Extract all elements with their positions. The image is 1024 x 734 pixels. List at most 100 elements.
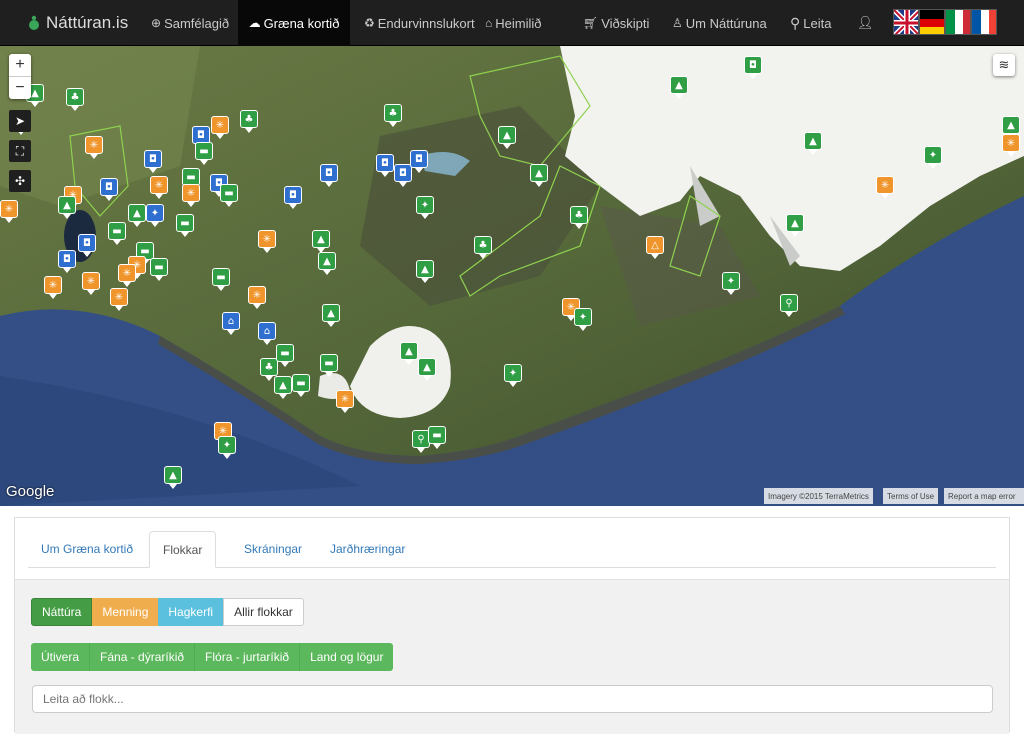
map-marker-natura[interactable]: ✦	[924, 146, 942, 169]
map-marker-hagkerfi[interactable]: ◘	[58, 250, 76, 273]
green-map[interactable]: ♣ ▲ ▲ ✳ ♣ ✳ ◘ ▬ ◘ ▬ ✳ ◘ ▬ ✳ ◘ ✳ ▲ ▲ ✦ ▬ …	[0, 46, 1024, 506]
tab-flokkar[interactable]: Flokkar	[149, 531, 217, 568]
france-flag-icon[interactable]	[971, 9, 997, 35]
map-marker-natura[interactable]: ▬	[292, 374, 310, 397]
map-marker-hagkerfi[interactable]: ✦	[146, 204, 164, 227]
germany-flag-icon[interactable]	[919, 9, 945, 35]
marker-tip	[785, 312, 793, 317]
map-marker-natura[interactable]: ♣	[66, 88, 84, 111]
map-marker-natura[interactable]: ♣	[384, 104, 402, 127]
sub-land-og-logur-button[interactable]: Land og lögur	[300, 643, 394, 671]
map-marker-natura[interactable]: ▲	[786, 214, 804, 237]
map-marker-natura[interactable]: ✦	[504, 364, 522, 387]
map-marker-menning[interactable]: ✳	[211, 116, 229, 139]
map-marker-natura[interactable]: ✦	[574, 308, 592, 331]
category-search-input[interactable]	[32, 685, 993, 713]
map-marker-hagkerfi[interactable]: ⌂	[258, 322, 276, 345]
map-marker-hagkerfi[interactable]: ◘	[100, 178, 118, 201]
sub-flora-button[interactable]: Flóra - jurtaríkið	[195, 643, 301, 671]
map-marker-natura[interactable]: ▲	[400, 342, 418, 365]
nav-heimilid[interactable]: ⌂ Heimilið	[485, 0, 541, 46]
map-marker-natura[interactable]: ▲	[804, 132, 822, 155]
map-marker-natura[interactable]: ▲	[670, 76, 688, 99]
map-marker-menning[interactable]: ✳	[150, 176, 168, 199]
map-marker-hagkerfi[interactable]: ◘	[284, 186, 302, 209]
sub-utivera-button[interactable]: Útivera	[31, 643, 91, 671]
map-marker-hagkerfi[interactable]: ◘	[320, 164, 338, 187]
nav-um-natturuna[interactable]: ♙ Um Náttúruna	[672, 0, 767, 46]
map-marker-hagkerfi[interactable]: ◘	[410, 150, 428, 173]
italy-flag-icon[interactable]	[945, 9, 971, 35]
map-marker-menning[interactable]: ✳	[336, 390, 354, 413]
map-marker-natura[interactable]: ▬	[108, 222, 126, 245]
collapse-button[interactable]: ✣	[9, 170, 31, 192]
map-marker-natura[interactable]: ♣	[240, 110, 258, 133]
map-marker-natura[interactable]: ▲	[318, 252, 336, 275]
tab-um-graena-kortid[interactable]: Um Græna kortið	[28, 531, 146, 567]
filter-hagkerfi-button[interactable]: Hagkerfi	[158, 598, 224, 626]
map-marker-menning[interactable]: ✳	[110, 288, 128, 311]
report-error-link[interactable]: Report a map error	[944, 488, 1024, 504]
map-marker-natura[interactable]: ▬	[220, 184, 238, 207]
map-marker-natura[interactable]: ▲	[312, 230, 330, 253]
tab-skraningar[interactable]: Skráningar	[231, 531, 315, 567]
map-marker-natura[interactable]: ✦	[416, 196, 434, 219]
map-marker-menning[interactable]: ✳	[82, 272, 100, 295]
map-marker-natura[interactable]: ▬	[320, 354, 338, 377]
map-marker-natura[interactable]: ✦	[722, 272, 740, 295]
map-marker-natura[interactable]: ▲	[498, 126, 516, 149]
map-marker-natura[interactable]: ◘	[744, 56, 762, 79]
sub-fana-button[interactable]: Fána - dýraríkið	[90, 643, 196, 671]
filter-all-button[interactable]: Allir flokkar	[223, 598, 304, 626]
map-marker-natura[interactable]: ♣	[570, 206, 588, 229]
terms-link[interactable]: Terms of Use	[883, 488, 939, 504]
filter-natura-button[interactable]: Náttúra	[31, 598, 93, 626]
map-marker-hagkerfi[interactable]: ⌂	[222, 312, 240, 335]
zoom-in-button[interactable]: +	[9, 54, 31, 76]
uk-flag-icon[interactable]	[893, 9, 919, 35]
map-marker-menning[interactable]: ✳	[0, 200, 18, 223]
map-marker-menning[interactable]: ✳	[876, 176, 894, 199]
map-marker-natura[interactable]: ▲	[530, 164, 548, 187]
layers-button[interactable]: ≋	[993, 54, 1015, 76]
map-marker-menning[interactable]: ✳	[118, 264, 136, 287]
locate-button[interactable]: ➤	[9, 110, 31, 132]
brand-link[interactable]: Náttúran.is	[28, 0, 128, 46]
map-marker-natura[interactable]: ▬	[195, 142, 213, 165]
map-marker-menning[interactable]: ✳	[182, 184, 200, 207]
map-marker-hagkerfi[interactable]: ◘	[144, 150, 162, 173]
nav-graena-kortid[interactable]: ☁ Græna kortið	[238, 0, 350, 46]
map-marker-natura[interactable]: ▲	[322, 304, 340, 327]
zoom-out-button[interactable]: −	[9, 76, 31, 99]
map-marker-menning[interactable]: ✳	[85, 136, 103, 159]
map-marker-natura[interactable]: ▲	[418, 358, 436, 381]
user-menu[interactable]: 👤︎	[857, 0, 874, 46]
map-marker-hagkerfi[interactable]: ◘	[78, 234, 96, 257]
map-marker-menning[interactable]: △	[646, 236, 664, 259]
nav-vidskipti[interactable]: 🛒︎ Viðskipti	[583, 0, 649, 46]
map-marker-natura[interactable]: ⚲	[780, 294, 798, 317]
nav-leita[interactable]: ⚲ Leita	[790, 0, 831, 46]
map-marker-natura[interactable]: ♣	[474, 236, 492, 259]
map-marker-natura[interactable]: ▬	[176, 214, 194, 237]
map-marker-menning[interactable]: ✳	[1002, 134, 1020, 157]
map-marker-natura[interactable]: ▲	[164, 466, 182, 489]
filter-menning-button[interactable]: Menning	[92, 598, 159, 626]
map-marker-menning[interactable]: ✳	[258, 230, 276, 253]
map-marker-natura[interactable]: ▲	[274, 376, 292, 399]
map-marker-natura[interactable]: ▲	[128, 204, 146, 227]
map-marker-natura[interactable]: ▬	[276, 344, 294, 367]
tab-jardhraeringar[interactable]: Jarðhræringar	[317, 531, 418, 567]
nav-samfelagid[interactable]: ⊕ Samfélagið	[151, 0, 229, 46]
map-marker-natura[interactable]: ▬	[150, 258, 168, 281]
map-marker-menning[interactable]: ✳	[44, 276, 62, 299]
map-marker-natura[interactable]: ✦	[218, 436, 236, 459]
map-marker-hagkerfi[interactable]: ◘	[376, 154, 394, 177]
map-marker-natura[interactable]: ▬	[212, 268, 230, 291]
map-marker-natura[interactable]: ▲	[416, 260, 434, 283]
map-marker-menning[interactable]: ✳	[248, 286, 266, 309]
map-marker-natura[interactable]: ▲	[58, 196, 76, 219]
nav-endurvinnslukort[interactable]: ♻ Endurvinnslukort	[364, 0, 475, 46]
map-marker-natura[interactable]: ▬	[428, 426, 446, 449]
fullscreen-button[interactable]: ⛶	[9, 140, 31, 162]
